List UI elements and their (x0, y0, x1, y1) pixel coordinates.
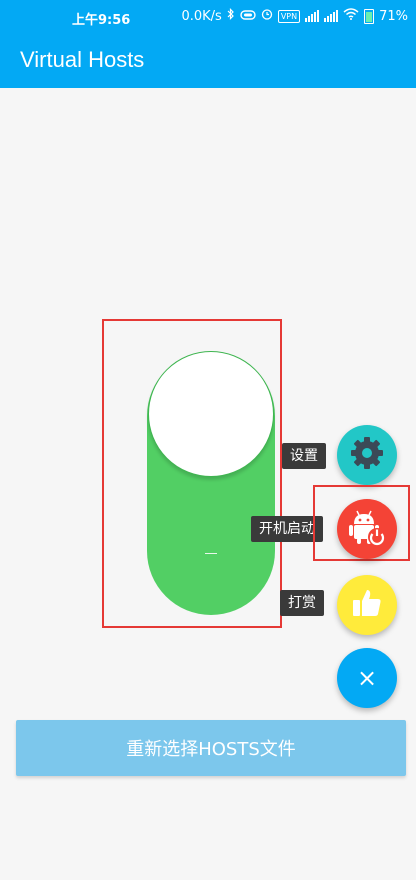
net-speed: 0.0K/s (181, 8, 222, 24)
thumbs-up-icon (350, 586, 384, 624)
cast-icon (240, 9, 256, 24)
reward-label[interactable]: 打赏 (280, 590, 324, 616)
vpn-toggle-knob[interactable] (148, 351, 274, 477)
status-bar: 上午9:56 0.0K/s VPN 71% (0, 0, 416, 34)
bluetooth-icon (227, 8, 235, 24)
wifi-icon (343, 8, 359, 24)
boot-start-button[interactable] (337, 499, 397, 559)
page-title: Virtual Hosts (20, 47, 145, 72)
settings-label[interactable]: 设置 (282, 443, 326, 469)
alarm-icon (261, 8, 273, 24)
battery-icon (364, 8, 375, 24)
toggle-on-mark (205, 553, 217, 554)
status-icons: 0.0K/s VPN 71% (181, 8, 408, 24)
signal-icon (324, 10, 339, 22)
close-icon: × (356, 664, 378, 692)
reward-button[interactable] (337, 575, 397, 635)
settings-button[interactable] (337, 425, 397, 485)
app-bar: Virtual Hosts (0, 34, 416, 88)
battery-percent: 71% (379, 8, 408, 24)
android-power-icon (346, 506, 388, 552)
signal-icon (305, 10, 320, 22)
gear-icon (349, 435, 385, 475)
status-time: 上午9:56 (72, 13, 131, 28)
vpn-icon: VPN (277, 9, 301, 23)
close-menu-button[interactable]: × (337, 648, 397, 708)
reselect-hosts-button[interactable]: 重新选择HOSTS文件 (16, 720, 406, 776)
